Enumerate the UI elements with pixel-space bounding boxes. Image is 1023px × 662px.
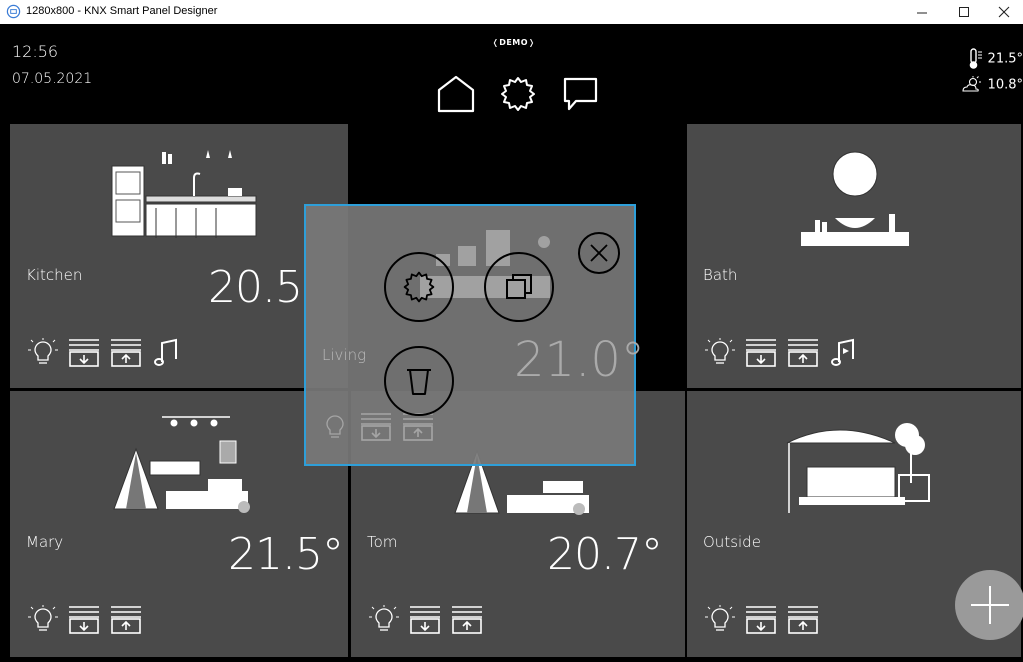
gear-icon — [403, 271, 435, 303]
room-controls — [320, 412, 434, 442]
blind-down-icon[interactable] — [745, 338, 777, 368]
room-temp: 21.0° — [514, 332, 645, 388]
music-icon[interactable] — [829, 338, 859, 368]
room-controls — [705, 338, 859, 368]
plus-icon — [971, 586, 1009, 624]
minimize-icon — [917, 12, 927, 14]
room-name: Outside — [703, 533, 761, 551]
minimize-button[interactable] — [902, 0, 942, 24]
room-controls — [28, 338, 182, 368]
blind-up-icon[interactable] — [451, 605, 483, 635]
outdoor-temp-value: 10.8° — [987, 77, 1023, 93]
outdoor-temp: 10.8° — [961, 76, 1023, 94]
window-title: 1280x800 - KNX Smart Panel Designer — [26, 5, 218, 17]
room-name: Kitchen — [26, 266, 83, 284]
date: 07.05.2021 — [12, 71, 93, 87]
light-icon[interactable] — [705, 605, 735, 635]
nav-settings-button[interactable] — [498, 74, 538, 114]
panel-screen: 12:56 07.05.2021 ❬DEMO❭ 21.5° 10.8° Kitc… — [0, 24, 1023, 662]
light-icon[interactable] — [28, 338, 58, 368]
blind-down-icon[interactable] — [409, 605, 441, 635]
room-temp: 20.7° — [547, 529, 663, 580]
blind-down-icon[interactable] — [745, 605, 777, 635]
room-name: Bath — [703, 266, 738, 284]
blind-down-icon[interactable] — [68, 338, 100, 368]
duplicate-icon — [506, 274, 532, 299]
bath-illustration — [801, 151, 909, 246]
sun-cloud-icon — [962, 76, 982, 92]
room-controls — [28, 605, 142, 635]
music-icon[interactable] — [152, 338, 182, 368]
message-icon — [563, 77, 598, 111]
home-icon — [437, 75, 475, 113]
room-name: Mary — [26, 533, 64, 551]
room-tile-bath[interactable]: Bath — [687, 124, 1021, 388]
add-tile-button[interactable] — [955, 570, 1023, 640]
blind-up-icon[interactable] — [110, 338, 142, 368]
thermometer-icon — [970, 48, 983, 69]
indoor-temp: 21.5° — [967, 48, 1023, 70]
room-name: Living — [322, 346, 367, 364]
trash-icon — [407, 369, 431, 395]
room-temp: 21.5° — [228, 529, 344, 580]
light-icon[interactable] — [705, 338, 735, 368]
demo-badge: ❬DEMO❭ — [492, 38, 536, 47]
kitchen-illustration — [111, 150, 257, 238]
demo-badge-label: DEMO — [499, 38, 529, 47]
tile-settings-button[interactable] — [384, 252, 454, 322]
window-titlebar: 1280x800 - KNX Smart Panel Designer — [0, 0, 1023, 24]
outside-illustration — [786, 423, 930, 513]
room-controls — [705, 605, 819, 635]
tile-duplicate-button[interactable] — [484, 252, 554, 322]
nav-messages-button[interactable] — [561, 74, 601, 114]
indoor-temp-value: 21.5° — [987, 51, 1023, 67]
room-temp: 20.5 — [208, 262, 303, 313]
gear-icon — [501, 77, 535, 111]
blind-up-icon[interactable] — [787, 338, 819, 368]
close-window-button[interactable] — [984, 0, 1023, 24]
tile-edit-popup: Living 21.0° — [304, 204, 645, 466]
popup-close-button[interactable] — [578, 232, 620, 274]
light-icon[interactable] — [369, 605, 399, 635]
blind-up-icon[interactable] — [787, 605, 819, 635]
light-icon — [326, 415, 344, 438]
room-name: Tom — [367, 533, 398, 551]
tile-delete-button[interactable] — [384, 346, 454, 416]
room-controls — [369, 605, 483, 635]
blind-down-icon[interactable] — [68, 605, 100, 635]
maximize-button[interactable] — [944, 0, 984, 24]
close-icon — [590, 244, 608, 262]
close-window-icon — [998, 6, 1010, 18]
blind-up-icon — [403, 413, 433, 441]
light-icon[interactable] — [28, 605, 58, 635]
nav-home-button[interactable] — [436, 74, 476, 114]
mary-room-illustration — [113, 416, 250, 513]
room-tile-mary[interactable]: Mary 21.5° — [10, 391, 348, 657]
clock: 12:56 — [12, 42, 59, 61]
blind-up-icon[interactable] — [110, 605, 142, 635]
room-tile-kitchen[interactable]: Kitchen 20.5 — [10, 124, 348, 388]
app-icon — [6, 4, 21, 19]
blind-down-icon — [361, 413, 391, 441]
maximize-icon — [959, 7, 969, 17]
